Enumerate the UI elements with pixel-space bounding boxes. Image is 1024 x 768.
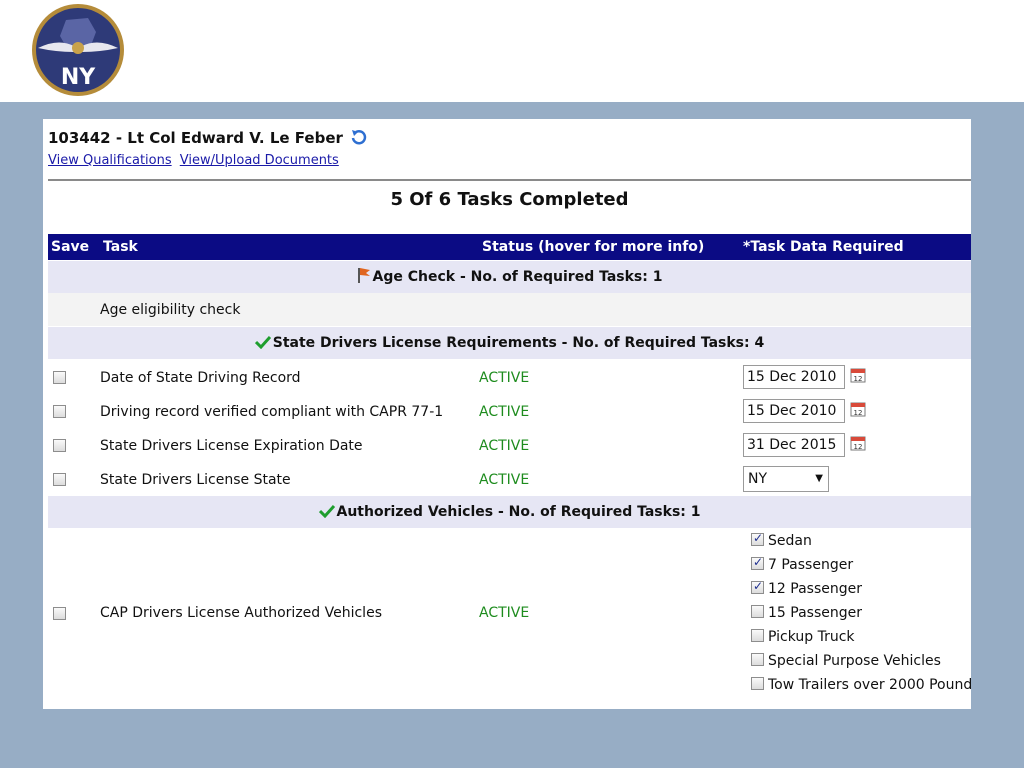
vehicle-option-tow-trailers[interactable]: Tow Trailers over 2000 Pounds (751, 677, 971, 693)
table-row: State Drivers License Expiration Date AC… (48, 428, 971, 462)
task-name: Date of State Driving Record (100, 370, 301, 386)
vehicle-option-7-passenger[interactable]: 7 Passenger (751, 555, 854, 573)
header-task: Task (103, 239, 138, 255)
table-row: Age eligibility check (48, 293, 971, 326)
table-row: CAP Drivers License Authorized Vehicles … (48, 529, 971, 701)
vehicle-option-12-passenger[interactable]: 12 Passenger (751, 579, 862, 597)
save-checkbox[interactable] (53, 473, 66, 486)
task-name: State Drivers License Expiration Date (100, 438, 363, 454)
group-authorized-vehicles: Authorized Vehicles - No. of Required Ta… (48, 496, 971, 528)
tasks-completed-heading: 5 Of 6 Tasks Completed (390, 189, 629, 210)
task-name: Driving record verified compliant with C… (100, 404, 444, 420)
svg-text:12: 12 (854, 443, 863, 451)
vehicle-option-sedan[interactable]: Sedan (751, 531, 812, 549)
vehicle-checkbox[interactable] (751, 579, 764, 594)
view-qualifications-link[interactable]: View Qualifications (48, 153, 172, 168)
table-header: Save Task Status (hover for more info) *… (48, 234, 971, 260)
checkmark-icon (254, 335, 271, 350)
calendar-icon[interactable]: 12 (850, 367, 866, 383)
vehicle-option-special-purpose[interactable]: Special Purpose Vehicles (751, 653, 941, 669)
calendar-icon[interactable]: 12 (850, 435, 866, 451)
task-card: 103442 - Lt Col Edward V. Le Feber View … (43, 119, 971, 709)
status-badge: ACTIVE (479, 404, 530, 420)
member-links: View Qualifications View/Upload Document… (48, 153, 343, 168)
ny-wing-logo: NY (32, 4, 124, 96)
header-task-data: *Task Data Required (743, 239, 904, 255)
vehicle-checkbox[interactable] (751, 653, 764, 666)
header-status: Status (hover for more info) (482, 239, 705, 255)
task-name: CAP Drivers License Authorized Vehicles (100, 605, 382, 621)
vehicle-option-15-passenger[interactable]: 15 Passenger (751, 605, 862, 621)
date-input[interactable]: 15 Dec 2010 (743, 365, 845, 389)
group-age-check: Age Check - No. of Required Tasks: 1 (48, 261, 971, 293)
save-checkbox[interactable] (53, 439, 66, 452)
group-label: Authorized Vehicles - No. of Required Ta… (336, 504, 701, 520)
table-row: Date of State Driving Record ACTIVE 15 D… (48, 360, 971, 394)
vehicle-label: Tow Trailers over 2000 Pounds (768, 677, 971, 693)
calendar-icon[interactable]: 12 (850, 401, 866, 417)
state-select-value: NY (748, 471, 768, 487)
task-name: Age eligibility check (100, 302, 241, 318)
group-label: Age Check - No. of Required Tasks: 1 (372, 269, 663, 285)
table-row: Driving record verified compliant with C… (48, 394, 971, 428)
state-select[interactable]: NY ▼ (743, 466, 829, 492)
date-input[interactable]: 15 Dec 2010 (743, 399, 845, 423)
vehicle-label: 12 Passenger (768, 581, 862, 597)
logo-text: NY (61, 65, 96, 90)
member-name: 103442 - Lt Col Edward V. Le Feber (48, 129, 343, 147)
dropdown-arrow-icon: ▼ (815, 473, 823, 484)
header-band: NY (0, 0, 1024, 102)
vehicle-checkbox[interactable] (751, 531, 764, 546)
save-checkbox[interactable] (53, 405, 66, 418)
status-badge: ACTIVE (479, 438, 530, 454)
task-name: State Drivers License State (100, 472, 291, 488)
divider (48, 179, 971, 181)
vehicle-label: Sedan (768, 533, 812, 549)
flag-icon (357, 268, 370, 283)
checkmark-icon (318, 504, 335, 519)
status-badge: ACTIVE (479, 472, 530, 488)
refresh-icon[interactable] (350, 129, 368, 145)
vehicle-checkbox[interactable] (751, 677, 764, 690)
vehicle-label: 15 Passenger (768, 605, 862, 621)
group-state-license: State Drivers License Requirements - No.… (48, 327, 971, 359)
svg-text:12: 12 (854, 375, 863, 383)
vehicle-checkbox[interactable] (751, 629, 764, 642)
save-checkbox[interactable] (53, 607, 66, 620)
date-input[interactable]: 31 Dec 2015 (743, 433, 845, 457)
view-upload-documents-link[interactable]: View/Upload Documents (180, 153, 339, 168)
vehicle-label: 7 Passenger (768, 557, 854, 573)
group-label: State Drivers License Requirements - No.… (272, 335, 765, 351)
table-row: State Drivers License State ACTIVE NY ▼ (48, 462, 971, 496)
save-checkbox[interactable] (53, 371, 66, 384)
vehicle-label: Special Purpose Vehicles (768, 653, 941, 669)
header-save: Save (51, 239, 90, 255)
svg-text:12: 12 (854, 409, 863, 417)
member-title: 103442 - Lt Col Edward V. Le Feber (48, 129, 368, 147)
status-badge: ACTIVE (479, 605, 530, 621)
status-badge: ACTIVE (479, 370, 530, 386)
vehicle-checkbox[interactable] (751, 555, 764, 570)
vehicle-label: Pickup Truck (768, 629, 855, 645)
vehicle-checkbox[interactable] (751, 605, 764, 618)
vehicle-option-pickup-truck[interactable]: Pickup Truck (751, 629, 855, 645)
